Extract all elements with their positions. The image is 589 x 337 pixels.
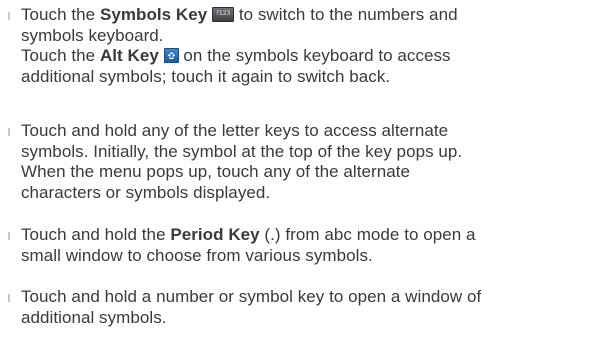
- text-line: characters or symbols displayed.: [21, 183, 586, 204]
- symbols-key-icon: ?123: [212, 7, 235, 22]
- text-line: Touch the Symbols Key ?123 to switch to …: [21, 5, 586, 26]
- text-run: (.) from abc mode to open a: [259, 225, 476, 244]
- text-line: symbols. Initially, the symbol at the to…: [21, 142, 586, 163]
- text-line: Touch and hold any of the letter keys to…: [21, 121, 586, 142]
- text-run: additional symbols.: [21, 307, 167, 327]
- instruction-list: Touch the Symbols Key ?123 to switch to …: [0, 0, 589, 337]
- text-run: additional symbols; touch it again to sw…: [21, 66, 391, 86]
- text-run: Touch and hold a number or symbol key to…: [21, 287, 482, 306]
- paragraph: Touch and hold the Period Key (.) from a…: [21, 225, 586, 266]
- bullet-mark: [8, 128, 10, 136]
- bullet-mark: [8, 232, 10, 240]
- text-line: additional symbols.: [21, 308, 586, 329]
- text-run: Touch and hold any of the letter keys to…: [21, 121, 449, 140]
- text-run: symbols keyboard.: [21, 25, 164, 45]
- text-line: Touch and hold a number or symbol key to…: [21, 287, 586, 308]
- paragraph: Touch the Symbols Key ?123 to switch to …: [21, 5, 586, 87]
- text-run: Touch the: [21, 5, 100, 24]
- text-run: on the symbols keyboard to access: [178, 46, 451, 65]
- period-key-label: Period Key: [170, 225, 260, 244]
- text-run: Touch the: [21, 46, 100, 65]
- symbols-key-icon-text: ?123: [215, 10, 231, 17]
- symbols-key-label: Symbols Key: [99, 5, 208, 24]
- text-line: Touch the Alt Key on the symbols keyboar…: [21, 46, 586, 67]
- bullet-mark: [8, 294, 10, 302]
- paragraph: Touch and hold a number or symbol key to…: [21, 287, 586, 328]
- text-line: symbols keyboard.: [21, 26, 586, 47]
- text-run: When the menu pops up, touch any of the …: [21, 162, 410, 181]
- text-run: [159, 46, 164, 65]
- text-run: symbols. Initially, the symbol at the to…: [21, 141, 463, 161]
- text-run: small window to choose from various symb…: [21, 245, 373, 265]
- text-run: characters or symbols displayed.: [21, 182, 271, 202]
- text-line: small window to choose from various symb…: [21, 246, 586, 267]
- text-run: to switch to the numbers and: [234, 5, 458, 24]
- text-run: Touch and hold the: [21, 225, 171, 244]
- text-line: When the menu pops up, touch any of the …: [21, 162, 586, 183]
- paragraph: Touch and hold any of the letter keys to…: [21, 121, 586, 203]
- alt-key-label: Alt Key: [99, 46, 159, 65]
- bullet-mark: [8, 12, 10, 20]
- text-line: Touch and hold the Period Key (.) from a…: [21, 225, 586, 246]
- text-line: additional symbols; touch it again to sw…: [21, 67, 586, 88]
- alt-key-icon: [163, 48, 179, 63]
